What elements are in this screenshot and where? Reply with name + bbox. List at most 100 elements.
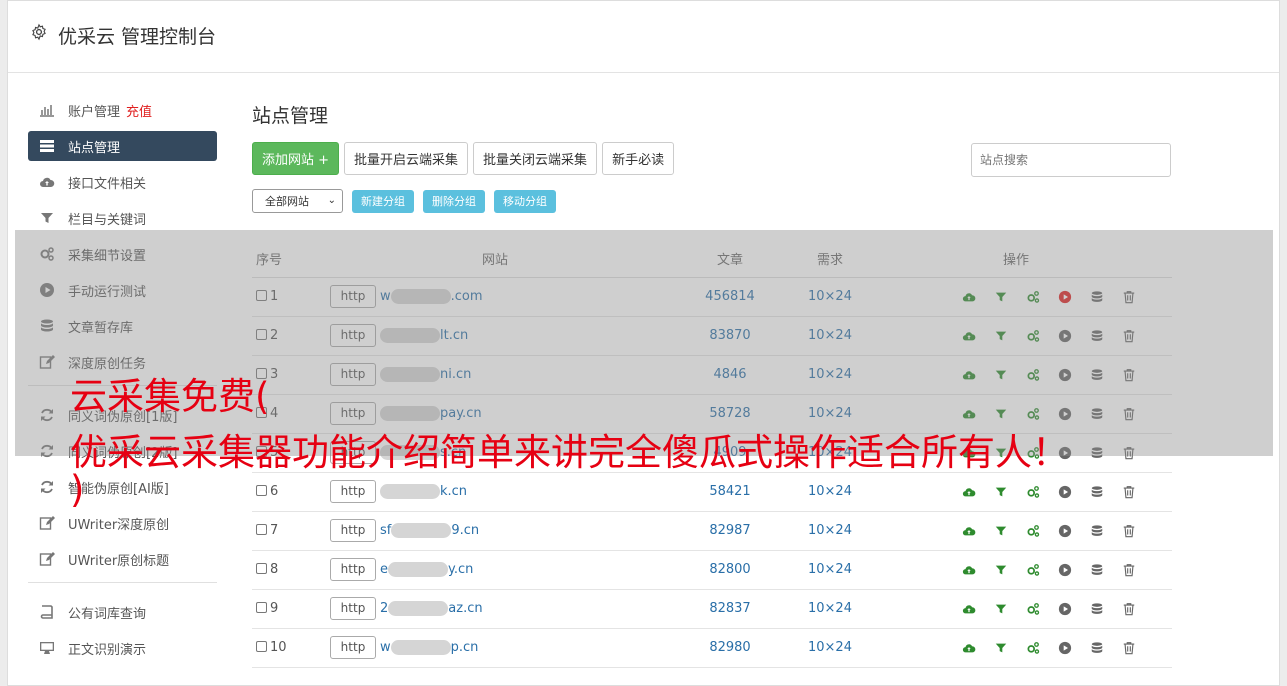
cloud-upload-icon[interactable] bbox=[962, 524, 976, 538]
row-number-cell: 7 bbox=[252, 511, 330, 551]
database-icon[interactable] bbox=[1090, 563, 1104, 577]
cloud-upload-icon[interactable] bbox=[962, 602, 976, 616]
filter-icon bbox=[38, 209, 56, 227]
need-value[interactable]: 10×24 bbox=[800, 277, 860, 317]
group-select[interactable]: 全部网站 ⌄ bbox=[252, 189, 343, 213]
sidebar-item[interactable]: 栏目与关键词 bbox=[28, 203, 217, 233]
sidebar-item[interactable]: 站点管理 bbox=[28, 131, 217, 161]
trash-icon[interactable] bbox=[1122, 641, 1136, 655]
sidebar-item[interactable]: 正文识别演示 bbox=[28, 633, 217, 663]
trash-icon[interactable] bbox=[1122, 329, 1136, 343]
site-link[interactable]: sf 9.cn bbox=[380, 523, 479, 538]
cloud-upload-icon[interactable] bbox=[962, 641, 976, 655]
gears-icon[interactable] bbox=[1026, 329, 1040, 343]
row-checkbox[interactable] bbox=[256, 641, 267, 652]
article-count[interactable]: 82837 bbox=[660, 589, 800, 629]
filter-icon[interactable] bbox=[994, 641, 1008, 655]
trash-icon[interactable] bbox=[1122, 290, 1136, 304]
database-icon[interactable] bbox=[1090, 329, 1104, 343]
batch-disable-cloud-button[interactable]: 批量关闭云端采集 bbox=[473, 142, 598, 175]
cloud-upload-icon[interactable] bbox=[962, 290, 976, 304]
protocol-badge[interactable]: http bbox=[330, 324, 376, 347]
sidebar-item[interactable]: UWriter原创标题 bbox=[28, 544, 217, 574]
database-icon[interactable] bbox=[1090, 641, 1104, 655]
article-count[interactable]: 82800 bbox=[660, 550, 800, 590]
play-circle-icon[interactable] bbox=[1058, 602, 1072, 616]
filter-icon[interactable] bbox=[994, 329, 1008, 343]
row-checkbox[interactable] bbox=[256, 329, 267, 340]
sidebar-item[interactable]: 公有词库查询 bbox=[28, 597, 217, 627]
gears-icon[interactable] bbox=[1026, 563, 1040, 577]
gears-icon[interactable] bbox=[1026, 641, 1040, 655]
gears-icon[interactable] bbox=[1026, 524, 1040, 538]
delete-group-button[interactable]: 删除分组 bbox=[423, 189, 485, 213]
site-link[interactable]: 2 az.cn bbox=[380, 601, 483, 616]
sidebar-item-label: 公有词库查询 bbox=[68, 606, 147, 622]
move-group-button[interactable]: 移动分组 bbox=[494, 189, 556, 213]
trash-icon[interactable] bbox=[1122, 563, 1136, 577]
site-cell: http 2 az.cn bbox=[330, 589, 660, 629]
table-row: 1 http w .com 456814 10×24 bbox=[252, 277, 1172, 317]
sidebar-item-label: 接口文件相关 bbox=[68, 176, 147, 192]
article-count[interactable]: 82980 bbox=[660, 628, 800, 668]
row-checkbox[interactable] bbox=[256, 524, 267, 535]
need-value[interactable]: 10×24 bbox=[800, 628, 860, 668]
console-panel: 优采云 管理控制台 账户管理 充值 站点管理 接口文件相关 栏目与关键词 采集细节设置 手动… bbox=[7, 0, 1280, 686]
need-value[interactable]: 10×24 bbox=[800, 589, 860, 629]
need-value[interactable]: 10×24 bbox=[800, 316, 860, 356]
table-row: 10 http w p.cn 82980 10×24 bbox=[252, 628, 1172, 668]
database-icon[interactable] bbox=[1090, 524, 1104, 538]
desktop-icon bbox=[38, 639, 56, 657]
protocol-badge[interactable]: http bbox=[330, 519, 376, 542]
sidebar-item-label: 深度原创任务 bbox=[68, 356, 147, 372]
recharge-link[interactable]: 充值 bbox=[126, 101, 152, 120]
site-link[interactable]: lt.cn bbox=[380, 328, 468, 343]
row-checkbox[interactable] bbox=[256, 290, 267, 301]
sidebar-item[interactable]: 接口文件相关 bbox=[28, 167, 217, 197]
cloud-upload-icon[interactable] bbox=[962, 329, 976, 343]
gears-icon[interactable] bbox=[1026, 290, 1040, 304]
batch-enable-cloud-button[interactable]: 批量开启云端采集 bbox=[344, 142, 469, 175]
trash-icon[interactable] bbox=[1122, 524, 1136, 538]
protocol-badge[interactable]: http bbox=[330, 597, 376, 620]
cloud-upload-icon[interactable] bbox=[962, 563, 976, 577]
protocol-badge[interactable]: http bbox=[330, 636, 376, 659]
domain-start: sf bbox=[380, 523, 392, 538]
play-circle-icon[interactable] bbox=[1058, 290, 1072, 304]
article-count[interactable]: 456814 bbox=[660, 277, 800, 317]
filter-icon[interactable] bbox=[994, 524, 1008, 538]
play-circle-icon[interactable] bbox=[1058, 524, 1072, 538]
beginner-guide-button[interactable]: 新手必读 bbox=[602, 142, 675, 175]
sidebar-item[interactable]: 手动运行测试 bbox=[28, 275, 217, 305]
site-link[interactable]: e y.cn bbox=[380, 562, 473, 577]
sidebar-item[interactable]: 采集细节设置 bbox=[28, 239, 217, 269]
protocol-badge[interactable]: http bbox=[330, 285, 376, 308]
new-group-button[interactable]: 新建分组 bbox=[352, 189, 414, 213]
filter-icon[interactable] bbox=[994, 602, 1008, 616]
play-circle-icon[interactable] bbox=[1058, 329, 1072, 343]
site-search-input[interactable] bbox=[971, 143, 1171, 177]
sidebar-item[interactable]: 账户管理 充值 bbox=[28, 95, 217, 125]
play-circle-icon bbox=[38, 281, 56, 299]
site-cell: http sf 9.cn bbox=[330, 511, 660, 551]
filter-icon[interactable] bbox=[994, 563, 1008, 577]
play-circle-icon[interactable] bbox=[1058, 641, 1072, 655]
gears-icon[interactable] bbox=[1026, 602, 1040, 616]
site-link[interactable]: w .com bbox=[380, 289, 483, 304]
site-link[interactable]: w p.cn bbox=[380, 640, 478, 655]
row-checkbox[interactable] bbox=[256, 563, 267, 574]
need-value[interactable]: 10×24 bbox=[800, 550, 860, 590]
protocol-badge[interactable]: http bbox=[330, 558, 376, 581]
redacted-blur bbox=[388, 562, 448, 577]
filter-icon[interactable] bbox=[994, 290, 1008, 304]
need-value[interactable]: 10×24 bbox=[800, 511, 860, 551]
database-icon[interactable] bbox=[1090, 290, 1104, 304]
sidebar-item[interactable]: 文章暂存库 bbox=[28, 311, 217, 341]
row-checkbox[interactable] bbox=[256, 602, 267, 613]
database-icon[interactable] bbox=[1090, 602, 1104, 616]
add-site-button[interactable]: 添加网站 + bbox=[252, 142, 340, 175]
play-circle-icon[interactable] bbox=[1058, 563, 1072, 577]
article-count[interactable]: 83870 bbox=[660, 316, 800, 356]
article-count[interactable]: 82987 bbox=[660, 511, 800, 551]
trash-icon[interactable] bbox=[1122, 602, 1136, 616]
